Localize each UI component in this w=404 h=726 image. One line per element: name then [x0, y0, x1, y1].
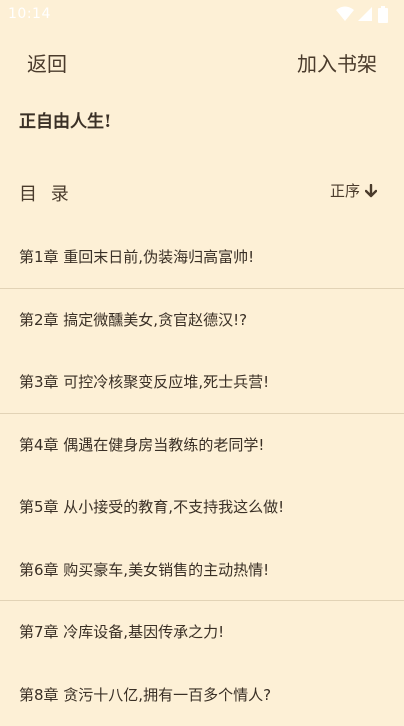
- wifi-icon: [336, 6, 354, 22]
- add-to-shelf-button[interactable]: 加入书架: [297, 48, 377, 77]
- sort-order-toggle[interactable]: 正序: [330, 180, 377, 201]
- chapter-list: 第1章 重回末日前,伪装海归高富帅! 第2章 搞定微醺美女,贪官赵德汉!? 第3…: [0, 226, 404, 726]
- chapter-title: 第6章 购买豪车,美女销售的主动热情!: [19, 559, 269, 580]
- top-bar: 返回 加入书架: [0, 42, 404, 82]
- chapter-title: 第2章 搞定微醺美女,贪官赵德汉!?: [19, 309, 247, 330]
- chapter-title: 第5章 从小接受的教育,不支持我这么做!: [19, 496, 284, 517]
- toc-header: 目 录 正序: [0, 172, 404, 212]
- status-icons: [336, 6, 396, 24]
- chapter-item[interactable]: 第5章 从小接受的教育,不支持我这么做!: [0, 476, 404, 539]
- chapter-item[interactable]: 第8章 贪污十八亿,拥有一百多个情人?: [0, 664, 404, 726]
- cellular-signal-icon: [358, 6, 372, 22]
- chapter-title: 第1章 重回末日前,伪装海归高富帅!: [19, 246, 254, 267]
- chapter-title: 第4章 偶遇在健身房当教练的老同学!: [19, 434, 264, 455]
- chapter-item[interactable]: 第4章 偶遇在健身房当教练的老同学!: [0, 414, 404, 477]
- back-button[interactable]: 返回: [27, 48, 67, 77]
- chapter-item[interactable]: 第1章 重回末日前,伪装海归高富帅!: [0, 226, 404, 289]
- chapter-title: 第8章 贪污十八亿,拥有一百多个情人?: [19, 684, 271, 705]
- battery-icon: [378, 6, 388, 23]
- sort-order-label: 正序: [330, 180, 360, 201]
- chapter-item[interactable]: 第6章 购买豪车,美女销售的主动热情!: [0, 539, 404, 602]
- chapter-item[interactable]: 第2章 搞定微醺美女,贪官赵德汉!?: [0, 289, 404, 352]
- chapter-title: 第7章 冷库设备,基因传承之力!: [19, 621, 224, 642]
- status-bar: 10:14: [0, 0, 404, 30]
- arrow-down-icon: [365, 184, 377, 198]
- toc-title: 目 录: [19, 180, 73, 206]
- chapter-title: 第3章 可控冷核聚变反应堆,死士兵营!: [19, 371, 269, 392]
- status-time: 10:14: [8, 6, 51, 22]
- book-title: 正自由人生!: [19, 107, 111, 132]
- chapter-item[interactable]: 第7章 冷库设备,基因传承之力!: [0, 601, 404, 664]
- chapter-item[interactable]: 第3章 可控冷核聚变反应堆,死士兵营!: [0, 351, 404, 414]
